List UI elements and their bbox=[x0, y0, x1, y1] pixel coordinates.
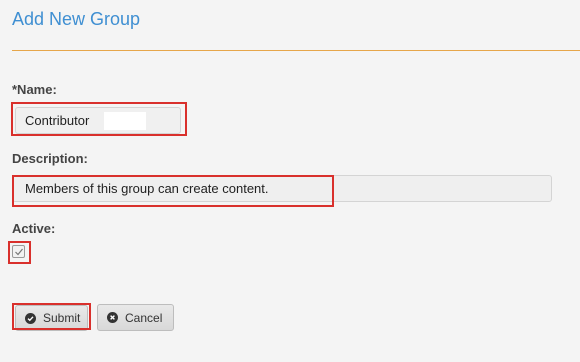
cancel-button[interactable]: Cancel bbox=[97, 304, 174, 331]
cancel-button-label: Cancel bbox=[125, 310, 163, 325]
page-title: Add New Group bbox=[12, 9, 141, 29]
submit-button-annotation bbox=[12, 303, 91, 330]
description-label: Description: bbox=[12, 151, 88, 166]
active-checkbox-annotation bbox=[8, 241, 31, 264]
title-divider bbox=[12, 50, 580, 51]
active-label: Active: bbox=[12, 221, 56, 236]
add-group-page: Add New Group *Name: Contributor Descrip… bbox=[0, 0, 580, 362]
name-label: *Name: bbox=[12, 82, 57, 97]
description-field-annotation bbox=[12, 175, 334, 207]
close-circle-icon bbox=[107, 312, 118, 323]
name-field-annotation bbox=[11, 102, 187, 136]
